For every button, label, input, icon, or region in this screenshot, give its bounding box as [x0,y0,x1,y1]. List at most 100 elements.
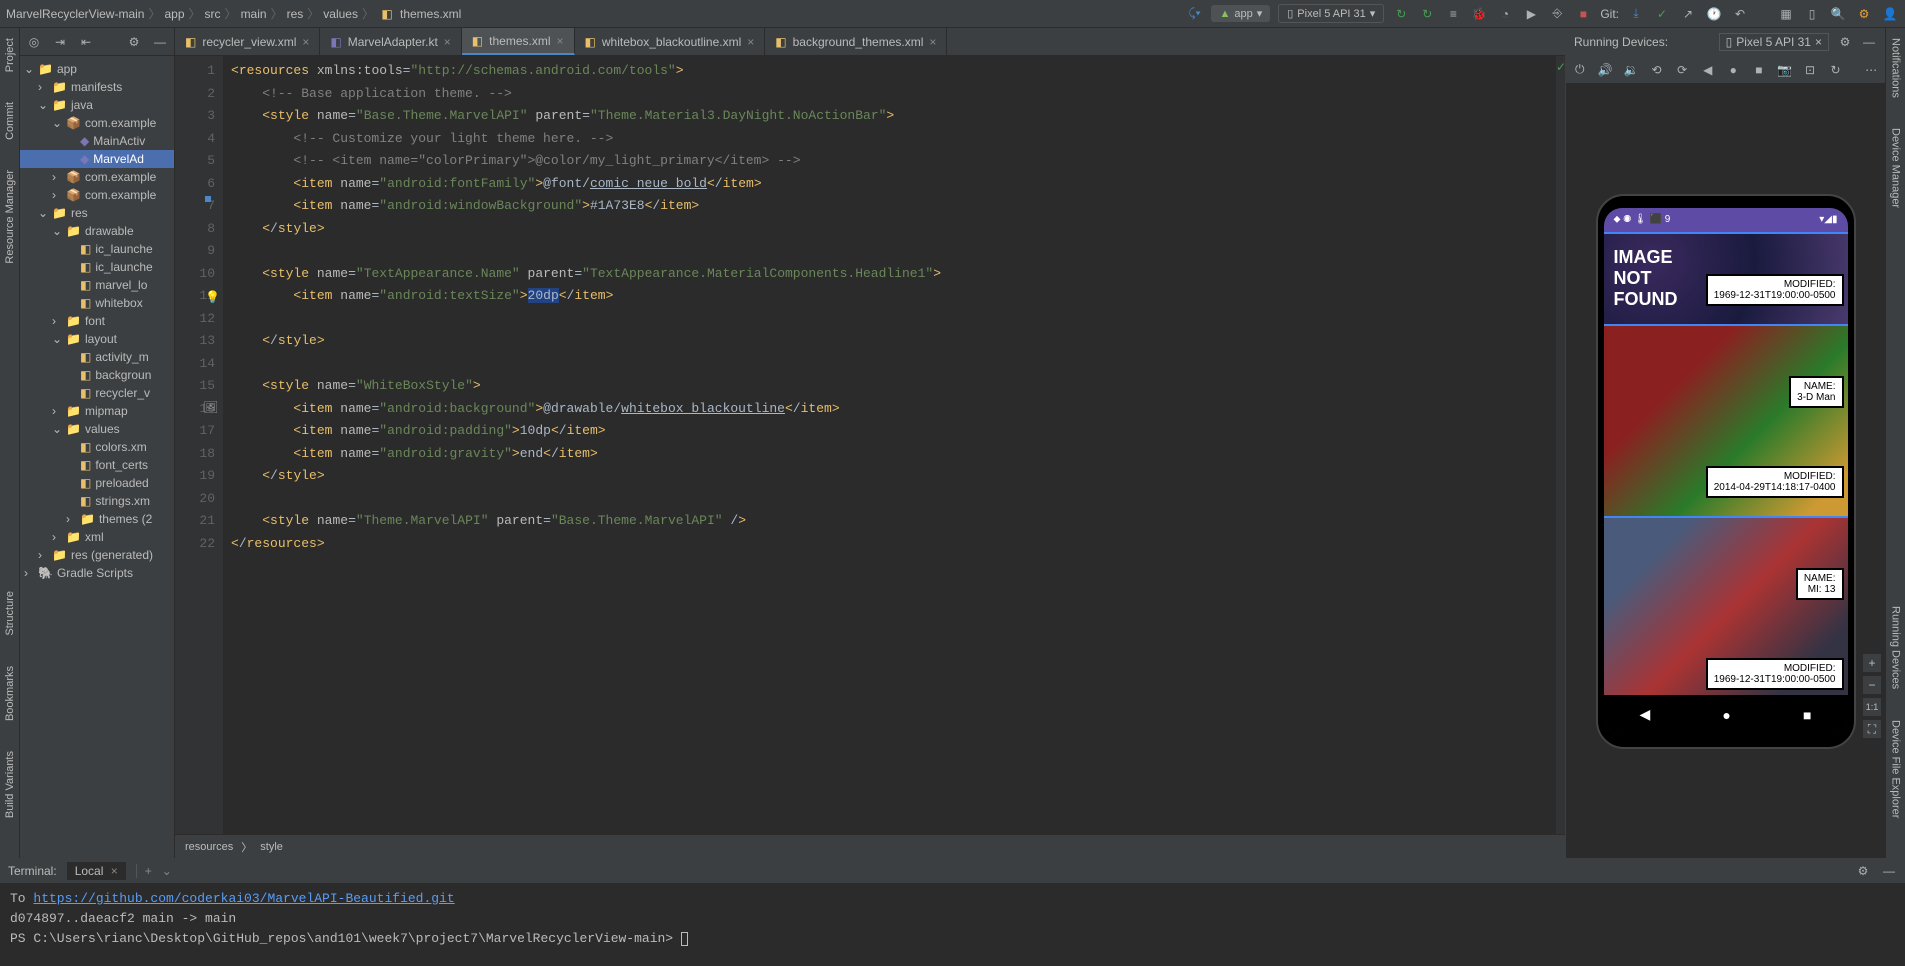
tree-item[interactable]: ⌄📦com.example [20,114,174,132]
run-icon[interactable]: ↻ [1392,5,1410,23]
editor-tab[interactable]: ◧whitebox_blackoutline.xml× [575,28,766,55]
build-variants-tool-tab[interactable]: Build Variants [4,751,16,818]
tree-item[interactable]: ◆MarvelAd [20,150,174,168]
tree-item[interactable]: ◧strings.xm [20,492,174,510]
running-device-tab[interactable]: ▯ Pixel 5 API 31 × [1719,33,1829,51]
settings-icon[interactable]: ⚙ [1855,5,1873,23]
zoom-out-button[interactable]: − [1863,676,1881,694]
structure-tool-tab[interactable]: Structure [4,591,16,636]
tree-item[interactable]: ◧ic_launche [20,240,174,258]
profile-icon[interactable]: ◔ [1496,5,1514,23]
add-terminal-button[interactable]: + [136,864,152,878]
tree-item[interactable]: ⌄📁layout [20,330,174,348]
breadcrumb-item[interactable]: app [165,7,185,21]
collapse-icon[interactable]: ⇥ [52,34,68,50]
expand-icon[interactable]: ⇤ [78,34,94,50]
code-area[interactable]: <resources xmlns:tools="http://schemas.a… [223,56,1555,834]
commit-icon[interactable]: ✓ [1653,5,1671,23]
zoom-reset-button[interactable]: 1:1 [1863,698,1881,716]
back-icon[interactable]: ◀ [1700,61,1716,79]
breadcrumb-item[interactable]: resources [185,841,233,853]
sync-icon[interactable]: ⤹▾ [1185,5,1203,23]
editor-tab[interactable]: ◧background_themes.xml× [765,28,947,55]
project-tool-tab[interactable]: Project [4,38,16,72]
breadcrumb-item[interactable]: themes.xml [400,7,461,21]
rerun-icon[interactable]: ↻ [1418,5,1436,23]
tree-item[interactable]: ›📁mipmap [20,402,174,420]
back-button[interactable]: ◀ [1640,706,1651,723]
bookmarks-tool-tab[interactable]: Bookmarks [4,666,16,721]
tree-item[interactable]: ◧preloaded [20,474,174,492]
tree-item[interactable]: ◧recycler_v [20,384,174,402]
attach-debugger-icon[interactable]: ⎆ [1548,5,1566,23]
tree-item[interactable]: ◧activity_m [20,348,174,366]
stop-icon[interactable]: ■ [1574,5,1592,23]
home-button[interactable]: ● [1722,707,1730,723]
tree-item[interactable]: ◧whitebox [20,294,174,312]
rollback-icon[interactable]: ↶ [1731,5,1749,23]
more-icon[interactable]: ⋯ [1863,61,1879,79]
user-icon[interactable]: 👤 [1881,5,1899,23]
tree-item[interactable]: ⌄📁java [20,96,174,114]
hide-icon[interactable]: — [1881,863,1897,879]
breadcrumb-item[interactable]: style [260,841,283,853]
tree-item[interactable]: ›📁xml [20,528,174,546]
close-icon[interactable]: × [929,35,936,49]
home-icon[interactable]: ● [1725,61,1741,79]
breakpoint-icon[interactable] [205,196,211,202]
history-icon[interactable]: 🕐 [1705,5,1723,23]
tree-item[interactable]: ◆MainActiv [20,132,174,150]
apply-changes-icon[interactable]: ≡ [1444,5,1462,23]
tree-item[interactable]: ⌄📁drawable [20,222,174,240]
gutter-image-icon[interactable]: 🖼 [203,400,218,414]
tree-item[interactable]: ›📁res (generated) [20,546,174,564]
close-icon[interactable]: × [444,35,451,49]
rotate-right-icon[interactable]: ⟳ [1674,61,1690,79]
tree-item[interactable]: ›📁manifests [20,78,174,96]
notifications-tab[interactable]: Notifications [1890,38,1902,98]
phone-screen[interactable]: ⬥ ◉ 🌡 ⬛ 9 ▾◢▮ IMAGE NOT FOUND MODIFIED: [1604,208,1848,735]
device-manager-tab[interactable]: Device Manager [1890,128,1902,208]
overview-button[interactable]: ■ [1803,707,1811,723]
gear-icon[interactable]: ⚙ [1837,34,1853,50]
close-icon[interactable]: × [557,34,564,48]
chevron-down-icon[interactable]: ⌄ [162,864,172,878]
terminal-link[interactable]: https://github.com/coderkai03/MarvelAPI-… [33,891,454,906]
commit-tool-tab[interactable]: Commit [4,102,16,140]
breadcrumb-item[interactable]: values [323,7,358,21]
push-icon[interactable]: ↗ [1679,5,1697,23]
tree-item[interactable]: ◧backgroun [20,366,174,384]
hide-icon[interactable]: — [152,34,168,50]
tree-item[interactable]: ◧font_certs [20,456,174,474]
close-icon[interactable]: × [1815,35,1822,49]
volume-down-icon[interactable]: 🔉 [1623,61,1639,79]
breadcrumb-item[interactable]: src [205,7,221,21]
terminal-tab-local[interactable]: Local × [67,862,126,880]
close-icon[interactable]: × [111,864,118,878]
tree-item[interactable]: ⌄📁res [20,204,174,222]
reload-icon[interactable]: ↻ [1828,61,1844,79]
run-config-selector[interactable]: ▲ app ▾ [1211,5,1270,22]
gear-icon[interactable]: ⚙ [126,34,142,50]
tree-item[interactable]: ›📦com.example [20,168,174,186]
screenshot-icon[interactable]: 📷 [1777,61,1793,79]
running-devices-tab[interactable]: Running Devices [1890,606,1902,689]
tree-item[interactable]: ◧marvel_lo [20,276,174,294]
tree-item[interactable]: ◧ic_launche [20,258,174,276]
breadcrumb-item[interactable]: main [241,7,267,21]
zoom-in-button[interactable]: + [1863,654,1881,672]
close-icon[interactable]: × [747,35,754,49]
rotate-left-icon[interactable]: ⟲ [1649,61,1665,79]
breadcrumb-item[interactable]: res [287,7,304,21]
tree-item[interactable]: ›📁themes (2 [20,510,174,528]
gear-icon[interactable]: ⚙ [1855,863,1871,879]
zoom-fit-button[interactable]: ⛶ [1863,720,1881,738]
resource-manager-tool-tab[interactable]: Resource Manager [4,170,16,264]
device-selector[interactable]: ▯ Pixel 5 API 31 ▾ [1278,4,1384,23]
debug-icon[interactable]: 🐞 [1470,5,1488,23]
power-icon[interactable]: ⏻ [1572,61,1588,79]
update-icon[interactable]: ⤓ [1627,5,1645,23]
record-icon[interactable]: ⊡ [1802,61,1818,79]
tree-item[interactable]: ›🐘Gradle Scripts [20,564,174,582]
search-icon[interactable]: 🔍 [1829,5,1847,23]
